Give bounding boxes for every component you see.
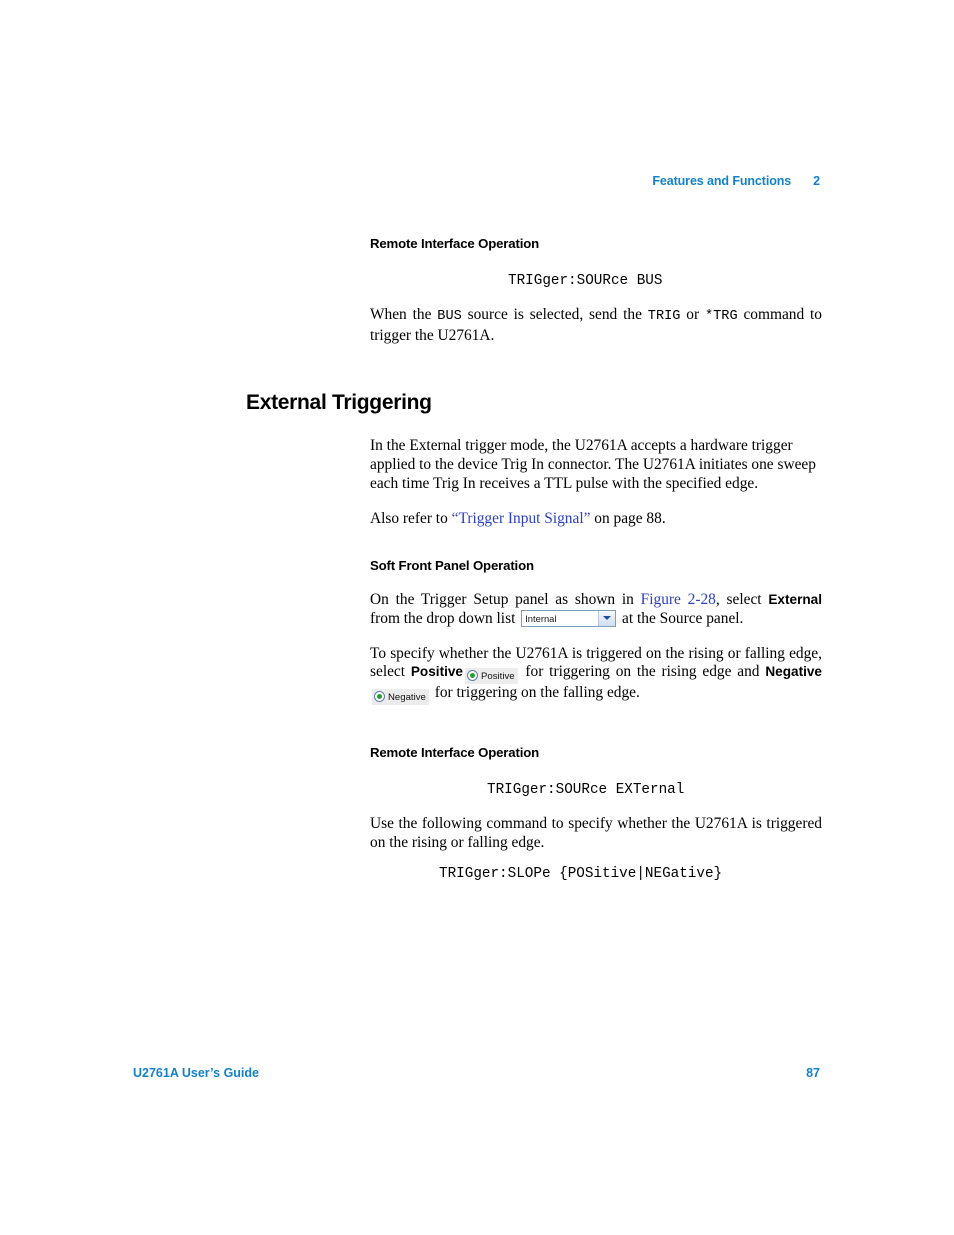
code-trigger-source-bus: TRIGger:SOURce BUS <box>508 273 663 289</box>
running-header: Features and Functions 2 <box>246 174 820 188</box>
ui-label-external: External <box>768 592 823 608</box>
text-sfp-part1: On the Trigger Setup panel as shown in <box>370 591 641 609</box>
ui-label-negative: Negative <box>765 664 822 680</box>
text-sfp-part3: from the drop down list <box>370 609 520 627</box>
source-dropdown-value: Internal <box>525 612 557 624</box>
code-trigger-slope: TRIGger:SLOPe {POSitive|NEGative} <box>439 865 723 882</box>
text-refer-part2: on page 88. <box>590 509 666 527</box>
radio-button-positive[interactable]: Positive <box>465 668 518 685</box>
text-refer-part1: Also refer to <box>370 509 452 527</box>
text-sfp-part2: , select <box>715 591 769 609</box>
link-trigger-input-signal[interactable]: “Trigger Input Signal” <box>452 510 591 527</box>
heading-external-triggering: External Triggering <box>246 391 432 415</box>
chevron-down-icon <box>603 615 612 620</box>
radio-dot-positive-icon <box>467 670 478 682</box>
heading-remote-interface-operation-2: Remote Interface Operation <box>370 745 540 761</box>
inline-code-bus: BUS <box>437 309 462 324</box>
text-sfp-part4: at the Source panel. <box>618 609 744 627</box>
text-slope-part2: for triggering on the rising edge and <box>519 663 766 681</box>
paragraph-trigger-setup-panel: On the Trigger Setup panel as shown in F… <box>370 591 822 628</box>
document-page: Features and Functions 2 Remote Interface… <box>0 0 954 1235</box>
header-chapter-title: Features and Functions <box>652 174 792 188</box>
paragraph-slope-selection: To specify whether the U2761A is trigger… <box>370 645 822 706</box>
paragraph-bus-source: When the BUS source is selected, send th… <box>370 306 822 345</box>
page-content: Remote Interface Operation TRIGger:SOURc… <box>246 236 822 883</box>
text-bus-part2: source is selected, send the <box>461 306 648 323</box>
code-trigger-source-external: TRIGger:SOURce EXTernal <box>487 782 685 799</box>
text-bus-part3: or <box>680 306 705 323</box>
text-slope-part3: for triggering on the falling edge. <box>430 684 640 702</box>
radio-label-positive: Positive <box>481 671 515 683</box>
radio-dot-negative-icon <box>374 691 385 703</box>
ui-label-positive: Positive <box>410 664 463 680</box>
inline-code-star-trg: *TRG <box>704 309 738 324</box>
paragraph-external-trigger-mode: In the External trigger mode, the U2761A… <box>370 437 816 492</box>
heading-remote-interface-operation-1: Remote Interface Operation <box>370 236 540 251</box>
running-footer: U2761A User’s Guide 87 <box>133 1066 820 1080</box>
source-dropdown[interactable]: Internal <box>521 609 617 627</box>
paragraph-also-refer-to: Also refer to “Trigger Input Signal” on … <box>370 510 822 529</box>
footer-guide-title: U2761A User’s Guide <box>133 1066 259 1080</box>
header-chapter-number: 2 <box>813 174 820 188</box>
source-dropdown-button[interactable] <box>598 610 616 626</box>
inline-code-trig: TRIG <box>647 309 681 324</box>
radio-button-negative[interactable]: Negative <box>372 689 429 706</box>
link-figure-2-28[interactable]: Figure 2-28 <box>641 591 716 608</box>
paragraph-use-following-command: Use the following command to specify whe… <box>370 815 822 852</box>
radio-label-negative: Negative <box>388 692 426 704</box>
heading-soft-front-panel-operation: Soft Front Panel Operation <box>370 558 534 574</box>
footer-page-number: 87 <box>806 1066 820 1080</box>
text-bus-part1: When the <box>370 306 438 323</box>
